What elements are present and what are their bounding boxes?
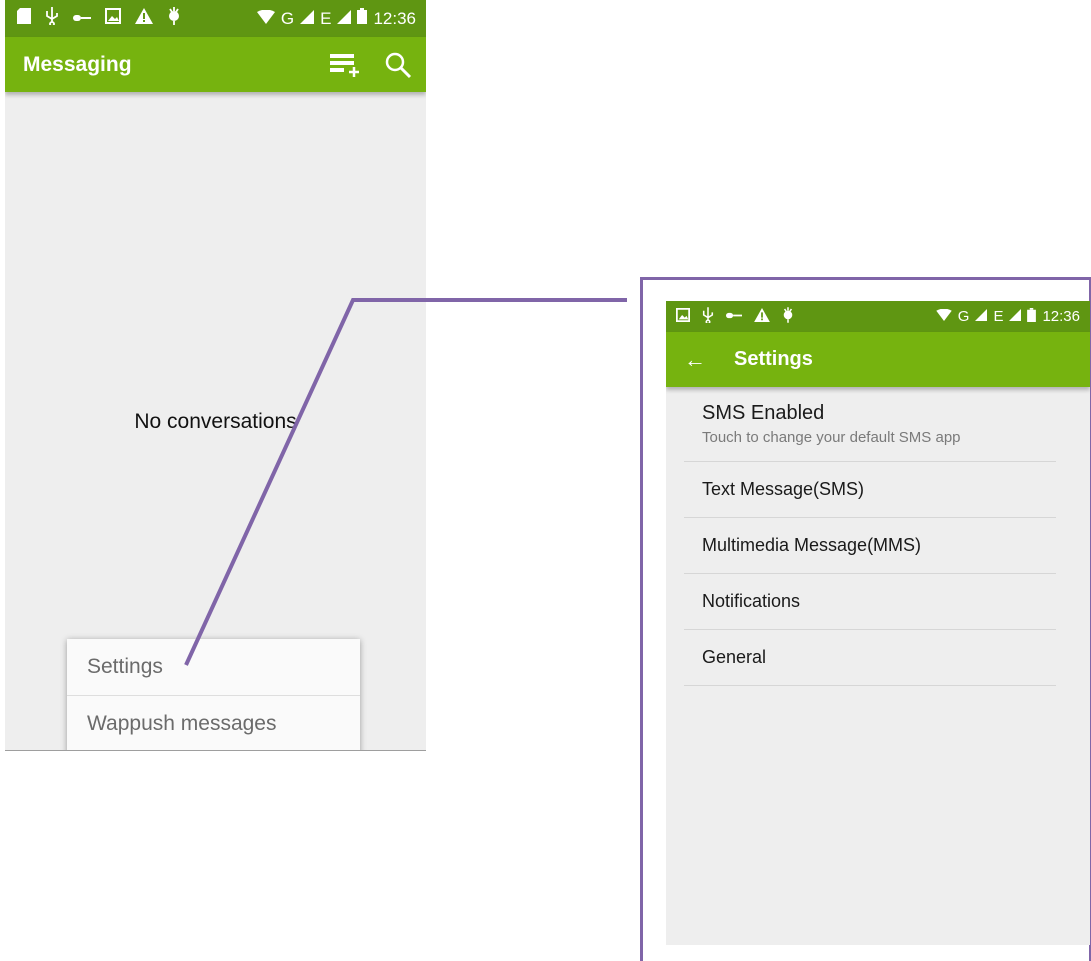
wifi-icon	[936, 308, 952, 325]
signal-icon	[975, 308, 988, 325]
page-title: Settings	[734, 348, 813, 370]
pref-summary: Touch to change your default SMS app	[702, 429, 961, 446]
status-bar: G E 12:36	[5, 0, 426, 37]
system-status: G E 12:36	[930, 307, 1080, 326]
empty-state-text: No conversations	[134, 410, 297, 433]
usb-icon	[702, 306, 714, 327]
pref-title: Notifications	[702, 591, 801, 611]
signal-icon	[300, 9, 315, 29]
battery-icon	[1027, 307, 1037, 326]
android-debug-icon	[782, 306, 794, 327]
warning-icon	[754, 307, 770, 326]
new-message-icon[interactable]	[330, 52, 362, 78]
app-title: Messaging	[23, 52, 132, 76]
nfc-icon	[73, 9, 91, 29]
network-type-label-2: E	[320, 8, 332, 28]
notification-icons	[676, 306, 806, 327]
overflow-menu: Settings Wappush messages	[67, 639, 360, 750]
usb-icon	[45, 7, 59, 30]
menu-item-settings[interactable]: Settings	[67, 639, 360, 696]
toolbar-actions	[308, 51, 412, 79]
signal-icon-2	[337, 9, 352, 29]
network-type-label-2: E	[993, 308, 1004, 325]
clock: 12:36	[373, 8, 416, 28]
wifi-icon	[256, 9, 275, 29]
pref-title: Multimedia Message(MMS)	[702, 535, 922, 555]
back-arrow-icon[interactable]: ←	[684, 347, 706, 373]
pref-text-message[interactable]: Text Message(SMS)	[684, 462, 1056, 518]
settings-screen: G E 12:36 ← Settings SMS Enabled Touch t…	[666, 301, 1090, 945]
sd-card-icon	[17, 8, 31, 29]
toolbar: ← Settings	[666, 332, 1090, 387]
nfc-icon	[726, 308, 742, 325]
network-type-label: G	[957, 308, 970, 325]
pref-title: SMS Enabled	[702, 402, 825, 424]
search-icon[interactable]	[384, 51, 412, 79]
android-debug-icon	[167, 7, 181, 30]
pref-sms-enabled[interactable]: SMS Enabled Touch to change your default…	[684, 387, 1056, 462]
pref-title: General	[702, 647, 767, 667]
pref-notifications[interactable]: Notifications	[684, 574, 1056, 630]
network-type-label: G	[280, 8, 295, 28]
pref-title: Text Message(SMS)	[702, 479, 865, 499]
signal-icon-2	[1009, 308, 1022, 325]
image-icon	[105, 8, 121, 29]
messaging-screen: G E 12:36 Messaging No conversations Set…	[5, 0, 426, 751]
status-bar: G E 12:36	[666, 301, 1090, 332]
notification-icons	[17, 7, 195, 30]
settings-list: SMS Enabled Touch to change your default…	[684, 387, 1056, 686]
clock: 12:36	[1042, 308, 1080, 325]
pref-multimedia-message[interactable]: Multimedia Message(MMS)	[684, 518, 1056, 574]
battery-icon	[357, 8, 368, 29]
toolbar: Messaging	[5, 37, 426, 92]
system-status: G E 12:36	[251, 8, 416, 29]
menu-item-wappush[interactable]: Wappush messages	[67, 696, 360, 750]
pref-general[interactable]: General	[684, 630, 1056, 686]
warning-icon	[135, 8, 153, 29]
image-icon	[676, 307, 690, 326]
